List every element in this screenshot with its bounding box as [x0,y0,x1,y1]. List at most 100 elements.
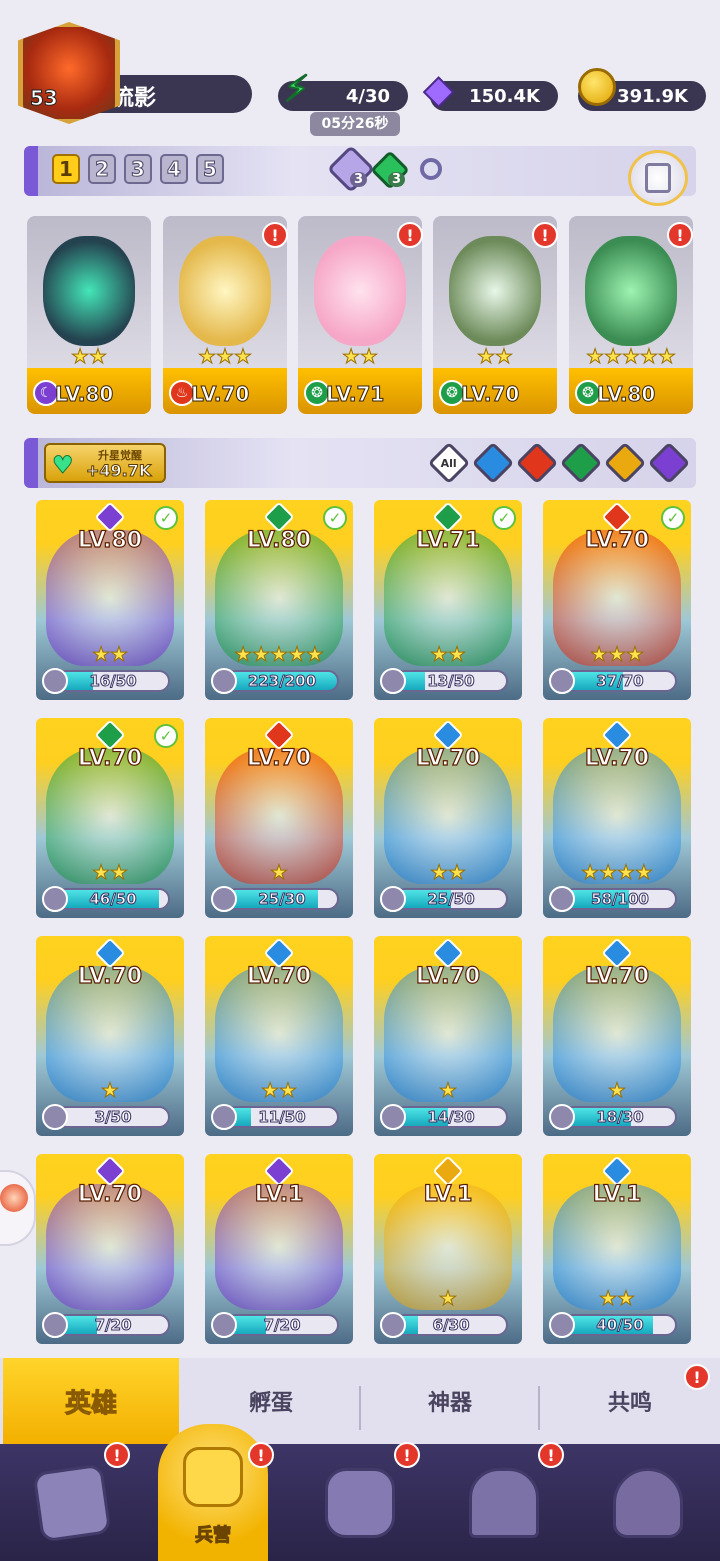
hero-stars: ★★ [430,642,467,667]
tab-resonance-alert: ! [684,1364,710,1390]
filter-dark-button[interactable] [647,441,691,485]
energy-icon[interactable]: ⚡ [283,69,324,111]
hero-card[interactable]: LV.70 ★ 25/30 [205,718,353,918]
hero-card[interactable]: LV.70 ★ 18/30 [543,936,691,1136]
hero-stars: ★ [439,1078,458,1103]
filter-light-button[interactable] [603,441,647,485]
hero-stars: ★★★ [198,344,253,369]
shard-progress-bar: 18/30 [563,1106,677,1128]
hero-card[interactable]: ✓ LV.71 ★★ 13/50 [374,500,522,700]
lineup-edit-button[interactable] [628,150,688,206]
hero-card[interactable]: LV.70 ★★ 25/50 [374,718,522,918]
filter-water-button[interactable] [471,441,515,485]
gold-value: 391.9K [617,85,688,107]
shard-progress-bar: 46/50 [56,888,170,910]
shard-progress-bar: 3/50 [56,1106,170,1128]
lineup-slot-4[interactable]: 4 [160,154,188,184]
shard-progress-text: 25/50 [427,890,475,908]
nav-mushroom[interactable] [576,1444,720,1561]
lineup-hero-1[interactable]: ★★ ☾ LV.80 [27,216,151,414]
awaken-value: +49.7K [85,461,152,481]
hero-stars: ★★ [599,1286,636,1311]
hero-stars: ★ [608,1078,627,1103]
gem-icon[interactable]: ◆ [423,67,466,111]
hero-portrait [314,236,406,346]
hero-card[interactable]: LV.1 ★ 6/30 [374,1154,522,1344]
hero-level: LV.1 [254,1181,304,1207]
hero-card[interactable]: ✓ LV.80 ★★★★★ 223/200 [205,500,353,700]
shard-progress-bar: 25/30 [225,888,339,910]
hero-level: LV.70 [415,745,481,771]
hero-stars: ★★ [477,344,514,369]
shard-progress-text: 25/30 [258,890,306,908]
filter-nature-button[interactable] [559,441,603,485]
check-icon: ✓ [323,506,347,530]
check-icon: ✓ [492,506,516,530]
shard-icon [380,668,406,694]
tab-artifacts[interactable]: 神器 [361,1358,539,1444]
filter-fire-button[interactable] [515,441,559,485]
hero-card[interactable]: LV.70 ★★ 11/50 [205,936,353,1136]
hero-card[interactable]: ✓ LV.70 ★★★ 37/70 [543,500,691,700]
awaken-button[interactable]: ♥ 升星觉醒 +49.7K [44,443,166,483]
hero-stars: ★★★★ [581,860,654,885]
hero-portrait [449,236,541,346]
hero-stars: ★★ [71,344,108,369]
hero-level: LV.70 [190,382,250,407]
shard-progress-text: 18/30 [596,1108,644,1126]
lineup-slot-1[interactable]: 1 [52,154,80,184]
hero-card[interactable]: LV.70 ★ 3/50 [36,936,184,1136]
tab-resonance-label: 共鸣 [607,1391,652,1416]
hero-level: LV.70 [584,963,650,989]
mushroom-icon [613,1467,683,1538]
hero-level: LV.70 [77,963,143,989]
hero-card[interactable]: LV.1 7/20 [205,1154,353,1344]
hero-card[interactable]: LV.70 7/20 [36,1154,184,1344]
shard-icon [380,886,406,912]
shard-progress-bar: 13/50 [394,670,508,692]
shard-progress-bar: 6/30 [394,1314,508,1336]
hero-stars: ★★ [92,860,129,885]
lineup-slot-tabs: 1 2 3 4 5 [52,154,224,184]
player-level: 53 [30,86,59,111]
filter-all-button[interactable]: All [427,441,471,485]
shard-progress-bar: 25/50 [394,888,508,910]
hero-level: LV.80 [77,527,143,553]
shard-progress-bar: 37/70 [563,670,677,692]
tab-heroes-label: 英雄 [64,1388,117,1419]
filter-bar-accent [24,438,38,488]
shard-progress-bar: 16/50 [56,670,170,692]
hero-card[interactable]: ✓ LV.70 ★★ 46/50 [36,718,184,918]
gold-icon[interactable] [578,68,616,106]
lineup-slot-3[interactable]: 3 [124,154,152,184]
shard-icon [211,668,237,694]
hero-card[interactable]: LV.70 ★ 14/30 [374,936,522,1136]
hero-level: LV.1 [592,1181,642,1207]
hero-level: LV.70 [584,745,650,771]
shard-progress-text: 11/50 [258,1108,306,1126]
lineup-hero-4-alert: ! [532,222,558,248]
hero-stars: ★★ [261,1078,298,1103]
shard-progress-bar: 223/200 [225,670,339,692]
lineup-slot-2[interactable]: 2 [88,154,116,184]
hero-card[interactable]: LV.1 ★★ 40/50 [543,1154,691,1344]
hero-level: LV.71 [325,382,385,407]
hero-card[interactable]: LV.70 ★★★★ 58/100 [543,718,691,918]
hero-card[interactable]: ✓ LV.80 ★★ 16/50 [36,500,184,700]
search-icon[interactable] [420,158,442,180]
lineup-hero-2-alert: ! [262,222,288,248]
filter-all-label: All [440,456,458,470]
hero-stars: ★ [270,860,289,885]
heart-icon: ♥ [52,451,74,480]
purple-crystal-count: 3 [350,172,368,187]
gems-value: 150.4K [469,85,540,107]
shard-progress-bar: 7/20 [225,1314,339,1336]
shard-icon [42,1312,68,1338]
hero-portrait [179,236,271,346]
hero-stars: ★★★ [590,642,645,667]
hero-level: LV.70 [77,745,143,771]
shard-progress-bar: 14/30 [394,1106,508,1128]
lineup-slot-5[interactable]: 5 [196,154,224,184]
side-helper-face [0,1184,28,1212]
tab-heroes[interactable]: 英雄 [3,1358,179,1444]
